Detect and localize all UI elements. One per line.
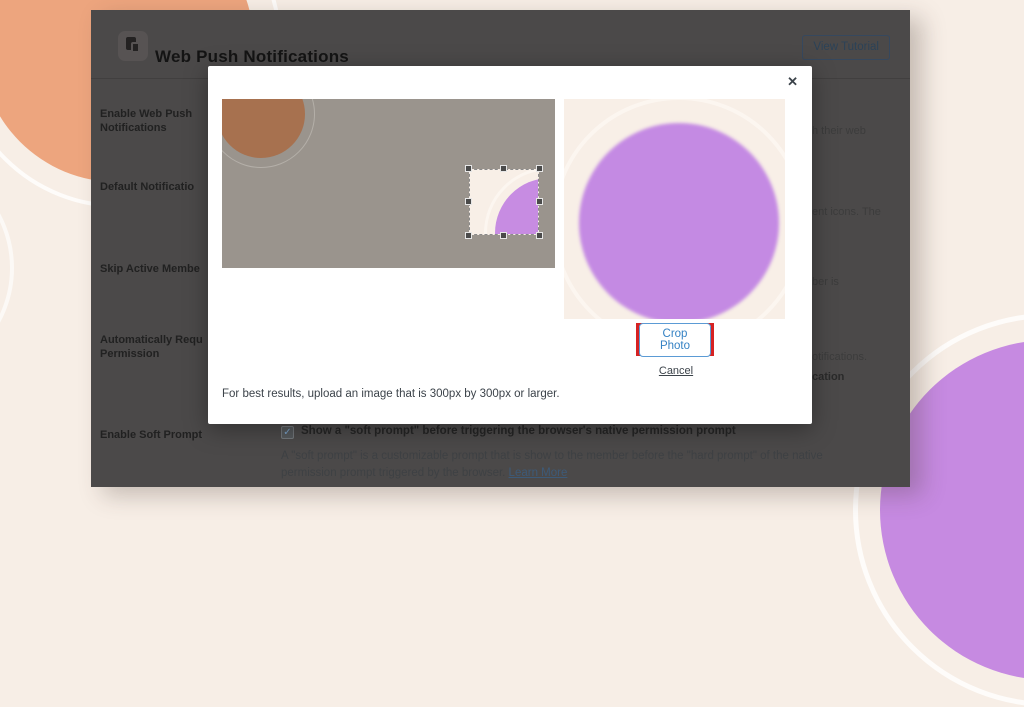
crop-photo-highlight-annotation: Crop Photo [636,323,714,356]
clipped-text-fragment: ber is [812,276,839,288]
crop-handle-w[interactable] [465,198,472,205]
clipped-text-fragment: cation [812,371,844,383]
label-automatically-request-permission: Automatically Requ Permission [100,333,208,361]
crop-handle-n[interactable] [500,165,507,172]
close-icon[interactable]: ✕ [783,70,802,94]
crop-handle-s[interactable] [500,232,507,239]
page-title: Web Push Notifications [155,47,349,67]
soft-prompt-checkbox[interactable]: ✓ [281,426,294,439]
view-tutorial-button[interactable]: View Tutorial [802,35,890,60]
crop-handle-sw[interactable] [465,232,472,239]
crop-handle-se[interactable] [536,232,543,239]
clipped-text-fragment: ent icons. The [812,206,881,218]
upload-hint-text: For best results, upload an image that i… [222,388,560,400]
label-enable-web-push: Enable Web Push Notifications [100,107,208,135]
notification-glyph-front [131,42,140,53]
preview-purple-circle [579,123,779,319]
label-enable-soft-prompt: Enable Soft Prompt [100,428,208,442]
left-ring-decoration [0,154,14,382]
crop-photo-button[interactable]: Crop Photo [639,323,711,357]
checkmark-icon: ✓ [283,427,291,438]
clipped-text-fragment: h their web [812,125,866,137]
dimmed-ring [222,99,315,168]
crop-preview [564,99,785,319]
web-push-notifications-icon [118,31,148,61]
label-default-notification: Default Notificatio [100,180,208,194]
clipped-text-fragment: otifications. [812,351,867,363]
soft-prompt-description: A "soft prompt" is a customizable prompt… [281,448,867,482]
crop-handle-ne[interactable] [536,165,543,172]
crop-selection-box[interactable] [469,169,539,235]
crop-photo-modal: ✕ Crop Photo Cancel For best results, up… [208,66,812,424]
crop-handle-e[interactable] [536,198,543,205]
crop-selection-view [469,169,539,235]
cancel-link[interactable]: Cancel [648,365,704,377]
soft-prompt-checkbox-label: Show a "soft prompt" before triggering t… [301,425,736,437]
learn-more-link[interactable]: Learn More [509,467,568,479]
label-skip-active-members: Skip Active Membe [100,262,208,276]
crop-handle-nw[interactable] [465,165,472,172]
